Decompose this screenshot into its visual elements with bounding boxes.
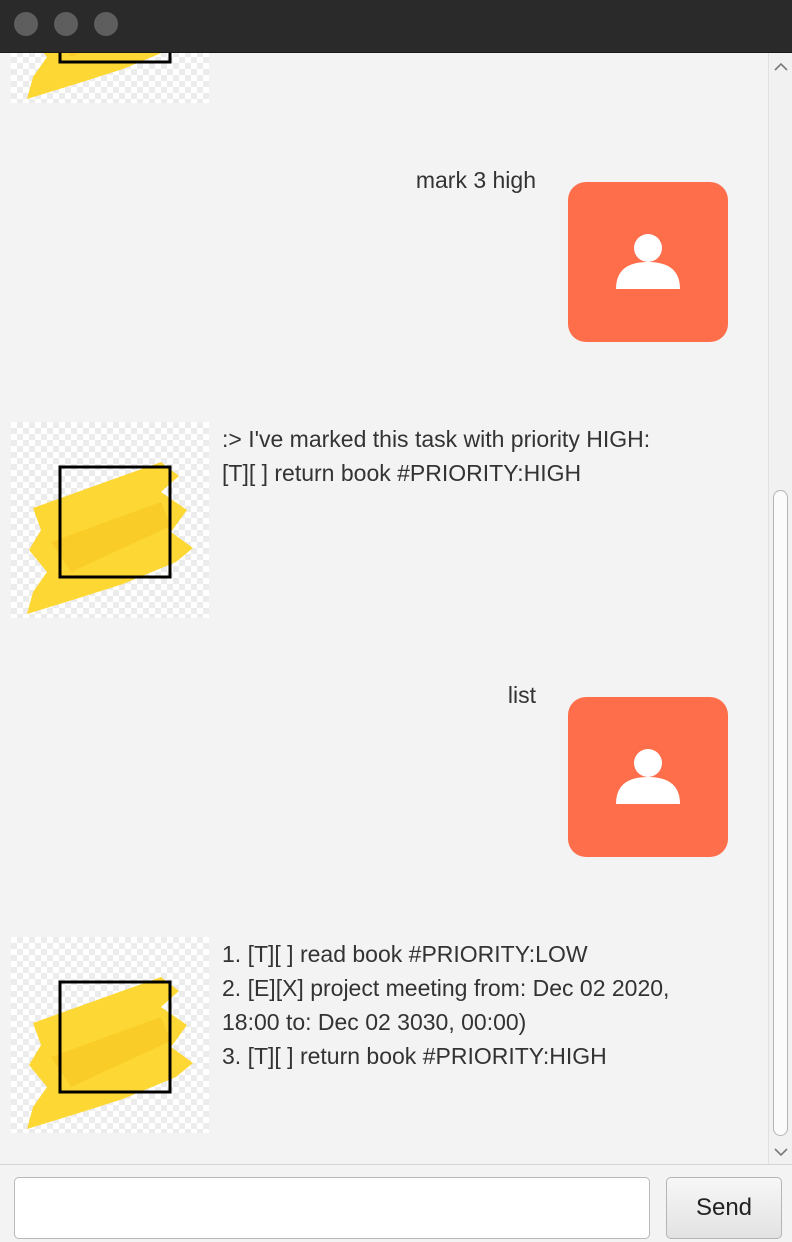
bot-message-text: :> I've marked this task with priority H… xyxy=(222,422,742,490)
bot-message-text: 1. [T][ ] read book #PRIORITY:LOW 2. [E]… xyxy=(222,937,742,1073)
scrollbar-thumb[interactable] xyxy=(773,490,788,1136)
user-message-text: list xyxy=(507,682,536,708)
window-zoom-button[interactable] xyxy=(94,12,118,36)
bot-avatar-icon xyxy=(11,937,209,1133)
bot-message-line: 2. [E][X] project meeting from: Dec 02 2… xyxy=(222,975,670,1001)
input-bar: Send xyxy=(0,1164,792,1242)
user-message-text: mark 3 high xyxy=(415,167,536,193)
window-close-button[interactable] xyxy=(14,12,38,36)
user-avatar-icon xyxy=(568,697,728,857)
bot-message-line: [T][ ] return book #PRIORITY:HIGH xyxy=(222,460,582,486)
window-titlebar xyxy=(0,0,792,53)
window-minimize-button[interactable] xyxy=(54,12,78,36)
bot-message-line: 18:00 to: Dec 02 3030, 00:00) xyxy=(222,1009,527,1035)
vertical-scrollbar[interactable] xyxy=(768,53,792,1164)
bot-message-line: 1. [T][ ] read book #PRIORITY:LOW xyxy=(222,941,588,967)
dialog-container: mark 3 high :> I've marked this task wit… xyxy=(0,53,768,1164)
user-avatar-icon xyxy=(568,182,728,342)
bot-avatar-icon xyxy=(11,53,209,103)
send-button[interactable]: Send xyxy=(666,1177,782,1239)
bot-message-line: 3. [T][ ] return book #PRIORITY:HIGH xyxy=(222,1043,607,1069)
bot-avatar-icon xyxy=(11,422,209,618)
scroll-down-arrow-icon[interactable] xyxy=(769,1142,792,1162)
message-input[interactable] xyxy=(14,1177,650,1239)
bot-message-line: :> I've marked this task with priority H… xyxy=(222,426,651,452)
scroll-up-arrow-icon[interactable] xyxy=(769,57,792,77)
